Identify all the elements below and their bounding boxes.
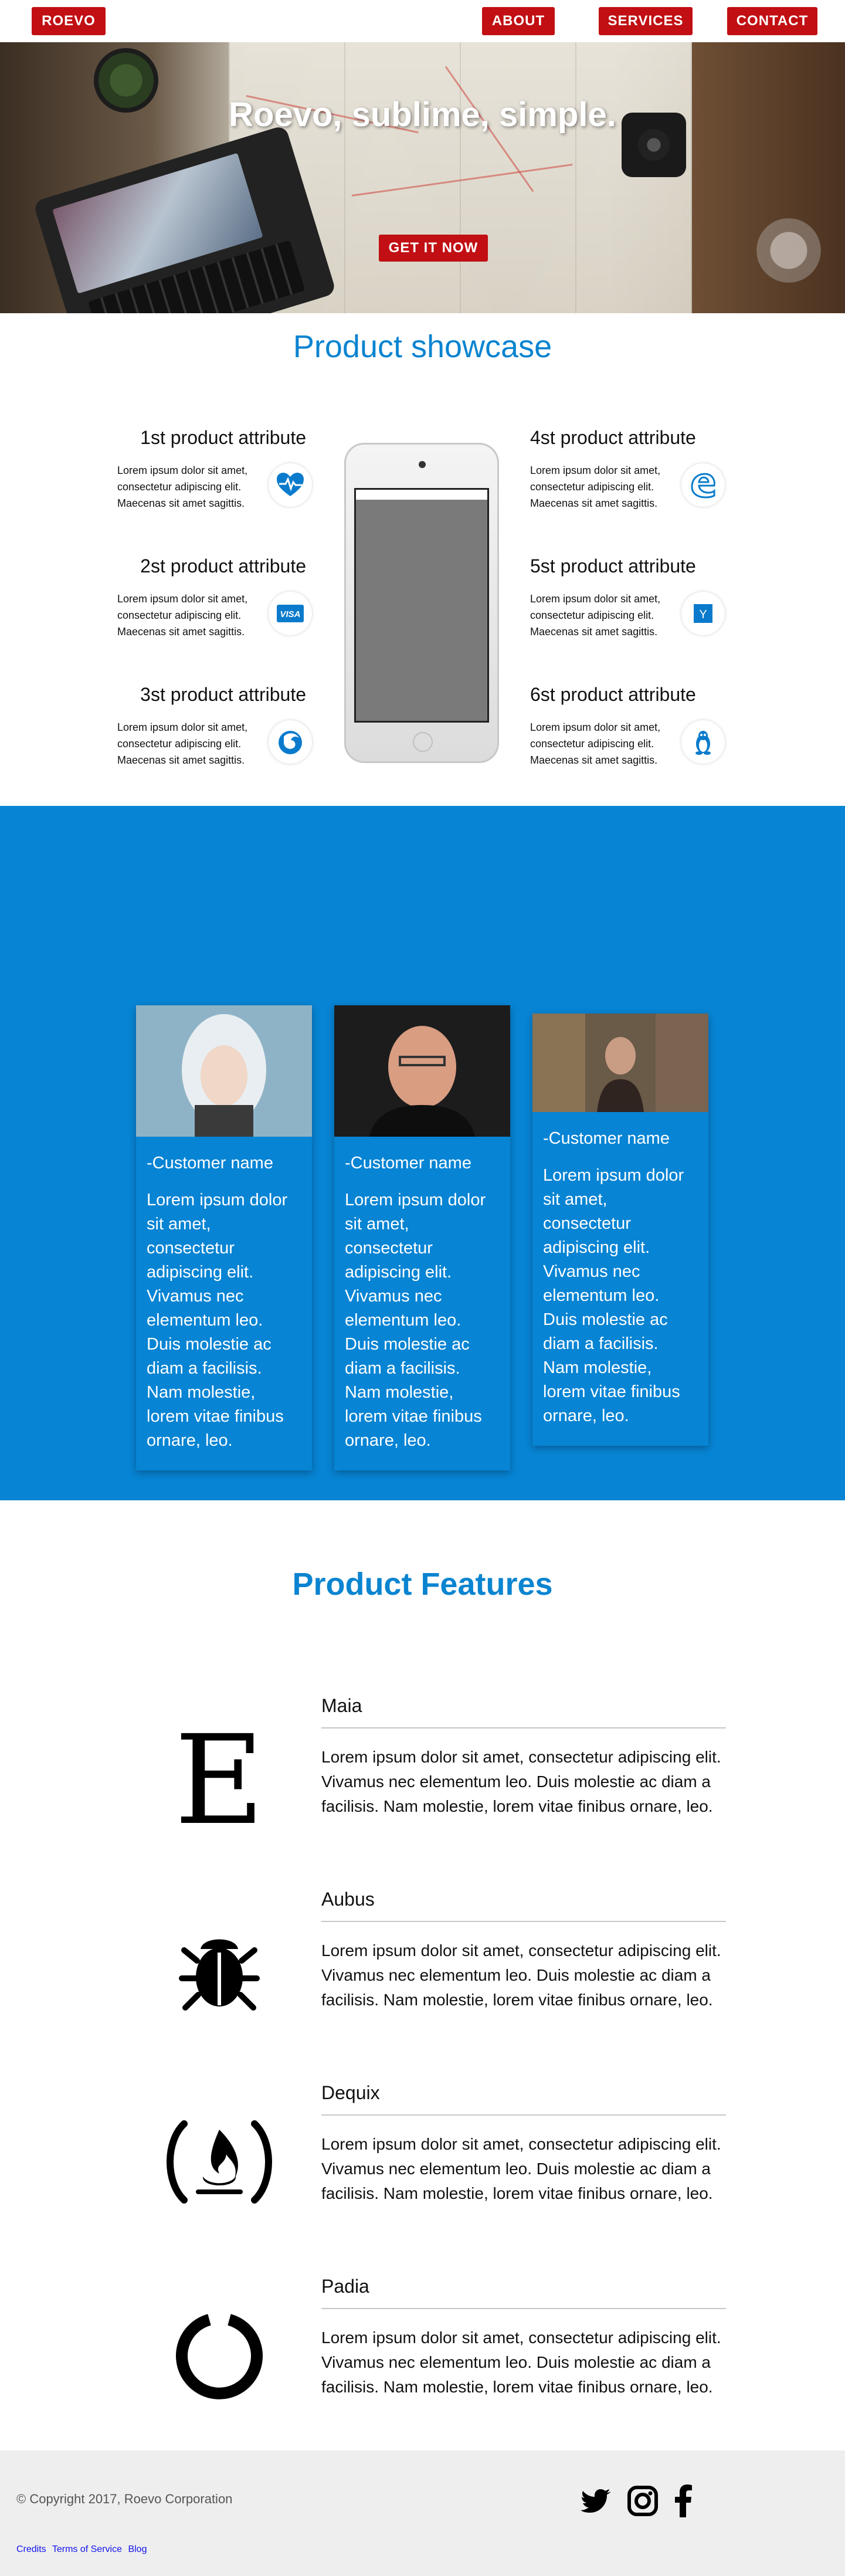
etsy-icon: E [161,1719,278,1836]
footer-link-terms[interactable]: Terms of Service [52,2544,122,2554]
feature-item: Dequix Lorem ipsum dolor sit amet, conse… [321,2082,726,2206]
showcase-title: Product showcase [293,329,552,364]
feature-name: Maia [321,1695,726,1728]
hero-laptop-image [32,124,337,313]
logo-button[interactable]: ROEVO [32,7,106,35]
feature-item: Aubus Lorem ipsum dolor sit amet, consec… [321,1889,726,2012]
phone-image [344,443,499,763]
feature-text: Lorem ipsum dolor sit amet, consectetur … [321,2328,721,2396]
attribute-title: 6st product attribute [530,684,696,705]
footer: © Copyright 2017, Roevo Corporation Cred… [0,2450,845,2576]
attribute-title: 2st product attribute [140,555,306,577]
feature-name: Aubus [321,1889,726,1922]
attribute-text: Lorem ipsum dolor sit amet, consectetur … [530,465,661,509]
firefox-icon [269,720,312,764]
product-attribute: 3st product attribute Lorem ipsum dolor … [117,684,328,766]
nav-contact-button[interactable]: CONTACT [727,7,817,35]
customer-name: -Customer name [147,1154,273,1172]
hero-glass-image [756,218,821,283]
feature-item: Maia Lorem ipsum dolor sit amet, consect… [321,1695,726,1819]
nav-services-button[interactable]: SERVICES [599,7,693,35]
testimonial-text: Lorem ipsum dolor sit amet, consectetur … [147,1191,288,1450]
attribute-text: Lorem ipsum dolor sit amet, consectetur … [530,593,661,638]
footer-link-blog[interactable]: Blog [128,2544,147,2554]
twitter-icon[interactable] [579,2483,615,2519]
feature-item: Padia Lorem ipsum dolor sit amet, consec… [321,2276,726,2399]
top-navbar: ROEVO ABOUT SERVICES CONTACT [0,0,845,42]
feature-name: Padia [321,2276,726,2309]
customer-photo [532,1014,708,1112]
svg-text:Y: Y [699,608,707,621]
testimonial-card: -Customer name Lorem ipsum dolor sit ame… [334,1005,510,1470]
circle-notch-icon [161,2297,278,2414]
attribute-text: Lorem ipsum dolor sit amet, consectetur … [530,721,661,766]
customer-photo [334,1005,510,1137]
feature-text: Lorem ipsum dolor sit amet, consectetur … [321,2135,721,2202]
attribute-title: 5st product attribute [530,555,696,577]
svg-text:VISA: VISA [280,609,300,619]
features-title: Product Features [292,1567,553,1602]
product-attribute: 5st product attribute Lorem ipsum dolor … [530,555,741,638]
svg-text:E: E [175,1724,263,1830]
get-it-now-button[interactable]: GET IT NOW [379,235,488,262]
linux-icon [681,720,725,764]
hacker-news-icon: Y [681,592,725,635]
attribute-title: 3st product attribute [140,684,306,705]
customer-name: -Customer name [345,1154,471,1172]
hero-banner: Roevo, sublime, simple. GET IT NOW [0,42,845,313]
attribute-title: 1st product attribute [140,427,306,448]
customer-photo [136,1005,312,1137]
testimonial-text: Lorem ipsum dolor sit amet, consectetur … [543,1166,684,1425]
customer-name: -Customer name [543,1129,670,1148]
attribute-text: Lorem ipsum dolor sit amet, consectetur … [117,721,248,766]
product-attribute: 2st product attribute Lorem ipsum dolor … [117,555,328,638]
freecodecamp-icon [161,2103,278,2221]
attribute-title: 4st product attribute [530,427,696,448]
feature-name: Dequix [321,2082,726,2116]
footer-links: Credits Terms of Service Blog [16,2544,150,2555]
edge-icon [681,463,725,507]
attribute-text: Lorem ipsum dolor sit amet, consectetur … [117,465,248,509]
nav-about-button[interactable]: ABOUT [482,7,555,35]
hero-title: Roevo, sublime, simple. [229,96,616,134]
facebook-icon[interactable] [666,2483,701,2519]
instagram-icon[interactable] [625,2483,660,2519]
feature-text: Lorem ipsum dolor sit amet, consectetur … [321,1748,721,1815]
copyright-text: © Copyright 2017, Roevo Corporation [16,2492,233,2506]
visa-icon: VISA [269,592,312,635]
testimonial-card: -Customer name Lorem ipsum dolor sit ame… [532,1014,708,1446]
product-attribute: 6st product attribute Lorem ipsum dolor … [530,684,741,766]
feature-text: Lorem ipsum dolor sit amet, consectetur … [321,1941,721,2009]
product-attribute: 4st product attribute Lorem ipsum dolor … [530,427,741,509]
testimonial-text: Lorem ipsum dolor sit amet, consectetur … [345,1191,486,1450]
testimonial-card: -Customer name Lorem ipsum dolor sit ame… [136,1005,312,1470]
bug-icon [161,1910,278,2027]
heartbeat-icon [269,463,312,507]
attribute-text: Lorem ipsum dolor sit amet, consectetur … [117,593,248,638]
footer-link-credits[interactable]: Credits [16,2544,46,2554]
product-attribute: 1st product attribute Lorem ipsum dolor … [117,427,328,509]
